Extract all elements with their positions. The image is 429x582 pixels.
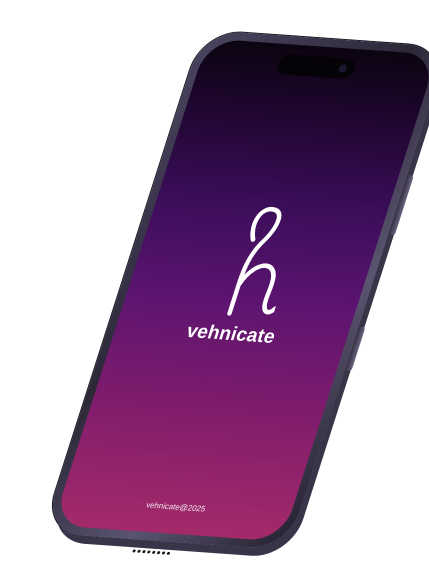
- dynamic-island: [274, 53, 358, 80]
- mockup-stage: vehnicate vehnicate@2025: [0, 0, 429, 582]
- splash-screen[interactable]: vehnicate vehnicate@2025: [52, 38, 429, 542]
- front-camera-icon: [337, 64, 348, 73]
- copyright-text: vehnicate@2025: [144, 500, 207, 514]
- h-monogram-icon: [227, 207, 282, 316]
- phone-device: vehnicate vehnicate@2025: [42, 29, 429, 555]
- brand-name: vehnicate: [183, 320, 279, 348]
